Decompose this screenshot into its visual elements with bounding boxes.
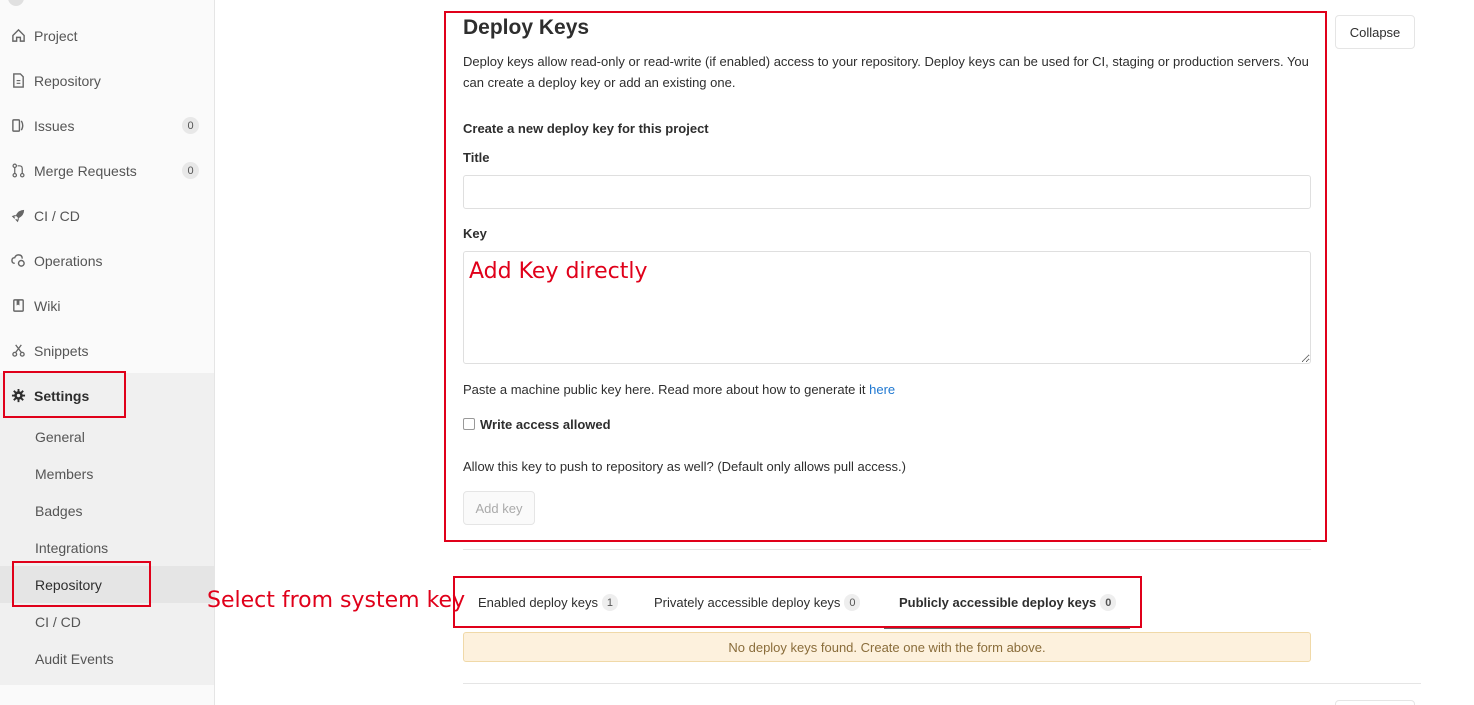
tab-enabled-deploy-keys[interactable]: Enabled deploy keys 1 (478, 594, 618, 611)
annotation-add-key-directly: Add Key directly (469, 259, 648, 284)
settings-sub-members[interactable]: Members (0, 455, 214, 492)
active-tab-underline (884, 627, 1130, 629)
sidebar: Project Repository Issues 0 Merge Reques… (0, 0, 215, 705)
project-avatar[interactable] (8, 0, 24, 6)
settings-sub-general[interactable]: General (0, 418, 214, 455)
issues-count-badge: 0 (182, 117, 199, 134)
settings-sub-ci-cd[interactable]: CI / CD (0, 603, 214, 640)
divider (463, 549, 1311, 550)
key-help-text: Paste a machine public key here. Read mo… (463, 382, 895, 397)
settings-sub-repository[interactable]: Repository (0, 566, 214, 603)
issues-icon (10, 118, 26, 134)
sidebar-item-label: CI / CD (34, 207, 80, 224)
title-input[interactable] (463, 175, 1311, 209)
write-access-checkbox[interactable] (463, 418, 475, 430)
sidebar-item-merge-requests[interactable]: Merge Requests 0 (0, 148, 214, 193)
sidebar-item-project[interactable]: Project (0, 13, 214, 58)
sidebar-item-label: Operations (34, 252, 103, 269)
book-icon (10, 298, 26, 314)
sidebar-item-label: Project (34, 27, 78, 44)
tab-count-badge: 1 (601, 594, 618, 611)
divider (463, 683, 1421, 684)
write-access-help: Allow this key to push to repository as … (463, 459, 906, 474)
write-access-label[interactable]: Write access allowed (480, 417, 611, 432)
sidebar-item-label: Merge Requests (34, 162, 137, 179)
tab-publicly-accessible-deploy-keys[interactable]: Publicly accessible deploy keys 0 (899, 594, 1117, 611)
sidebar-item-ci-cd[interactable]: CI / CD (0, 193, 214, 238)
home-icon (10, 28, 26, 44)
merge-icon (10, 163, 26, 179)
settings-sub-audit-events[interactable]: Audit Events (0, 640, 214, 677)
sidebar-item-label: Snippets (34, 342, 89, 359)
sidebar-item-label: Repository (34, 72, 101, 89)
generate-key-link[interactable]: here (869, 382, 895, 397)
sidebar-item-snippets[interactable]: Snippets (0, 328, 214, 373)
settings-sub-badges[interactable]: Badges (0, 492, 214, 529)
page-title: Deploy Keys (463, 16, 590, 39)
create-key-heading: Create a new deploy key for this project (463, 121, 709, 136)
add-key-button[interactable]: Add key (463, 491, 535, 525)
sidebar-item-label: Settings (34, 387, 90, 404)
sidebar-item-settings[interactable]: Settings (0, 373, 214, 418)
cloud-gear-icon (10, 253, 26, 269)
scissors-icon (10, 343, 26, 359)
section-description: Deploy keys allow read-only or read-writ… (463, 54, 1309, 90)
sidebar-item-repository[interactable]: Repository (0, 58, 214, 103)
sidebar-item-label: Issues (34, 117, 75, 134)
settings-sub-integrations[interactable]: Integrations (0, 529, 214, 566)
collapse-button[interactable]: Collapse (1335, 15, 1415, 49)
tab-label: Privately accessible deploy keys (654, 595, 841, 610)
key-label: Key (463, 226, 487, 241)
gear-icon (10, 388, 26, 404)
next-section-button[interactable] (1335, 700, 1415, 705)
tab-count-badge: 0 (844, 594, 861, 611)
annotation-select-from-system-key: Select from system key (207, 588, 466, 613)
sidebar-item-operations[interactable]: Operations (0, 238, 214, 283)
merge-requests-count-badge: 0 (182, 162, 199, 179)
tab-count-badge: 0 (1100, 594, 1117, 611)
rocket-icon (10, 208, 26, 224)
tab-label: Publicly accessible deploy keys (899, 595, 1097, 610)
doc-icon (10, 73, 26, 89)
sidebar-item-label: Wiki (34, 297, 61, 314)
key-help-label: Paste a machine public key here. Read mo… (463, 382, 870, 397)
sidebar-item-wiki[interactable]: Wiki (0, 283, 214, 328)
sidebar-item-issues[interactable]: Issues 0 (0, 103, 214, 148)
title-label: Title (463, 150, 490, 165)
tab-label: Enabled deploy keys (478, 595, 598, 610)
empty-state-message: No deploy keys found. Create one with th… (463, 632, 1311, 662)
tab-privately-accessible-deploy-keys[interactable]: Privately accessible deploy keys 0 (654, 594, 861, 611)
